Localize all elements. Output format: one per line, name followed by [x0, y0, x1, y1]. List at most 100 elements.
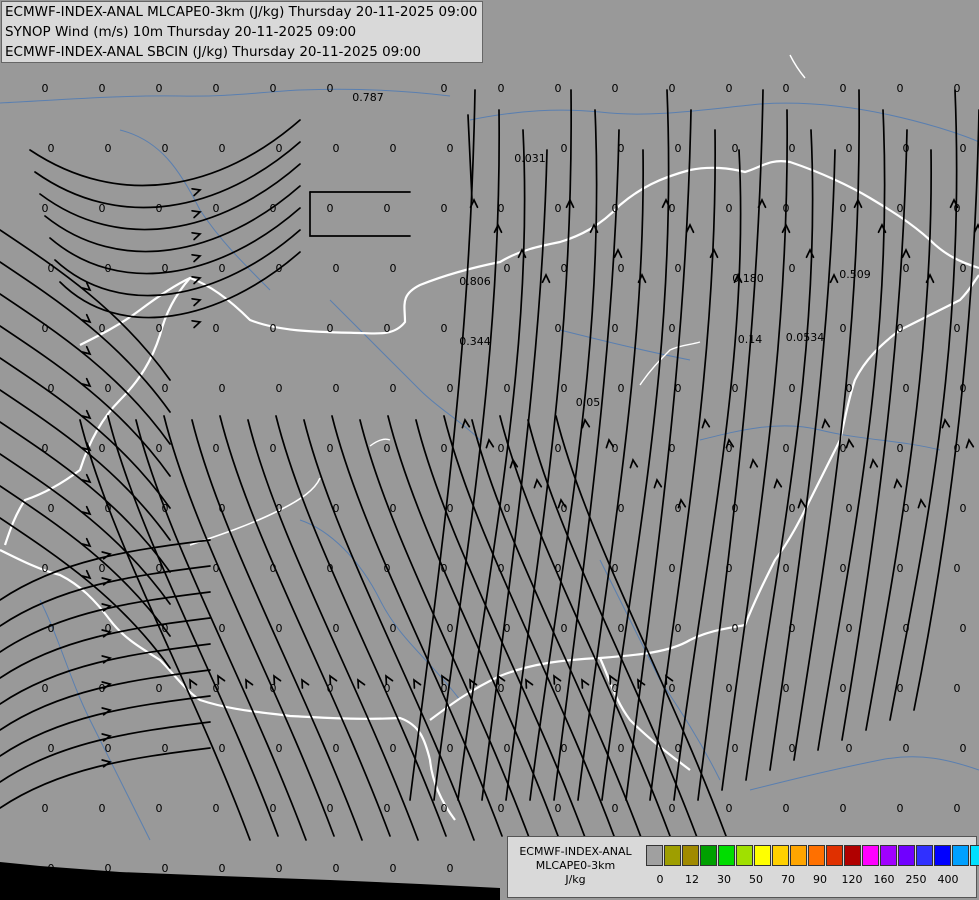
- sbcin-zero-value: 0: [840, 82, 847, 95]
- sbcin-zero-value: 0: [384, 682, 391, 695]
- sbcin-zero-value: 0: [390, 382, 397, 395]
- sbcin-zero-value: 0: [327, 802, 334, 815]
- sbcin-zero-value: 0: [498, 442, 505, 455]
- sbcin-zero-value: 0: [441, 562, 448, 575]
- sbcin-zero-value: 0: [441, 442, 448, 455]
- sbcin-zero-value: 0: [726, 682, 733, 695]
- sbcin-zero-value: 0: [384, 442, 391, 455]
- sbcin-zero-value: 0: [903, 262, 910, 275]
- legend-ticks: 0 12 30 50 70 90 120 160 250 400: [646, 873, 976, 887]
- sbcin-special-value: 0.344: [459, 335, 491, 348]
- sbcin-zero-value: 0: [675, 622, 682, 635]
- sbcin-zero-value: 0: [783, 442, 790, 455]
- sbcin-zero-value: 0: [333, 622, 340, 635]
- sbcin-zero-value: 0: [276, 742, 283, 755]
- sbcin-zero-value: 0: [42, 802, 49, 815]
- sbcin-zero-value: 0: [219, 862, 226, 875]
- legend-swatch: [934, 845, 951, 866]
- sbcin-special-value: 0.14: [738, 333, 763, 346]
- sbcin-zero-value: 0: [669, 82, 676, 95]
- sbcin-zero-value: 0: [42, 682, 49, 695]
- sbcin-zero-value: 0: [105, 262, 112, 275]
- sbcin-zero-value: 0: [954, 562, 961, 575]
- sbcin-zero-value: 0: [897, 202, 904, 215]
- legend-tick-label: 250: [905, 873, 927, 886]
- sbcin-zero-value: 0: [789, 502, 796, 515]
- sbcin-zero-value: 0: [498, 202, 505, 215]
- sbcin-zero-value: 0: [897, 682, 904, 695]
- sbcin-zero-value: 0: [270, 442, 277, 455]
- sbcin-zero-value: 0: [219, 742, 226, 755]
- sbcin-zero-value: 0: [99, 442, 106, 455]
- sbcin-zero-value: 0: [276, 382, 283, 395]
- sbcin-zero-value: 0: [447, 742, 454, 755]
- sbcin-zero-value: 0: [327, 82, 334, 95]
- sbcin-zero-value: 0: [555, 82, 562, 95]
- sbcin-zero-value: 0: [675, 262, 682, 275]
- sbcin-zero-value: 0: [219, 382, 226, 395]
- legend-swatch: [952, 845, 969, 866]
- sbcin-zero-value: 0: [156, 202, 163, 215]
- sbcin-zero-value: 0: [213, 202, 220, 215]
- sbcin-zero-value: 0: [390, 622, 397, 635]
- legend-field: MLCAPE0-3km: [535, 859, 616, 872]
- sbcin-zero-value: 0: [669, 442, 676, 455]
- sbcin-zero-value: 0: [846, 502, 853, 515]
- legend-label: ECMWF-INDEX-ANAL MLCAPE0-3km J/kg: [508, 837, 643, 897]
- sbcin-zero-value: 0: [48, 262, 55, 275]
- sbcin-zero-value: 0: [555, 322, 562, 335]
- title-mlcape: ECMWF-INDEX-ANAL MLCAPE0-3km (J/kg) Thur…: [5, 4, 478, 20]
- sbcin-zero-value: 0: [555, 682, 562, 695]
- sbcin-special-value: 0.806: [459, 275, 491, 288]
- color-legend: ECMWF-INDEX-ANAL MLCAPE0-3km J/kg 0 12 30 5…: [507, 836, 979, 898]
- sbcin-zero-value: 0: [726, 82, 733, 95]
- sbcin-zero-value: 0: [156, 682, 163, 695]
- legend-unit: J/kg: [565, 873, 586, 886]
- legend-swatch: [790, 845, 807, 866]
- sbcin-zero-value: 0: [504, 502, 511, 515]
- sbcin-zero-value: 0: [441, 322, 448, 335]
- sbcin-zero-value: 0: [276, 262, 283, 275]
- sbcin-zero-value: 0: [219, 262, 226, 275]
- sbcin-zero-value: 0: [219, 622, 226, 635]
- sbcin-zero-value: 0: [333, 862, 340, 875]
- sbcin-zero-value: 0: [48, 142, 55, 155]
- sbcin-zero-value: 0: [840, 442, 847, 455]
- sbcin-zero-value: 0: [618, 622, 625, 635]
- sbcin-zero-value: 0: [954, 802, 961, 815]
- sbcin-zero-value: 0: [48, 382, 55, 395]
- sbcin-special-value: 0.031: [514, 152, 546, 165]
- legend-swatch: [700, 845, 717, 866]
- sbcin-zero-value: 0: [504, 382, 511, 395]
- sbcin-zero-value: 0: [42, 322, 49, 335]
- sbcin-zero-value: 0: [162, 622, 169, 635]
- legend-tick-label: 70: [781, 873, 795, 886]
- sbcin-zero-value: 0: [333, 742, 340, 755]
- sbcin-zero-value: 0: [384, 322, 391, 335]
- title-sbcin: ECMWF-INDEX-ANAL SBCIN (J/kg) Thursday 2…: [5, 44, 421, 60]
- sbcin-zero-value: 0: [840, 202, 847, 215]
- sbcin-zero-value: 0: [105, 862, 112, 875]
- legend-swatch: [736, 845, 753, 866]
- sbcin-zero-value: 0: [960, 502, 967, 515]
- sbcin-zero-value: 0: [390, 142, 397, 155]
- sbcin-zero-value: 0: [99, 802, 106, 815]
- sbcin-zero-value: 0: [903, 622, 910, 635]
- sbcin-zero-value: 0: [441, 82, 448, 95]
- sbcin-zero-value: 0: [783, 562, 790, 575]
- sbcin-zero-value: 0: [99, 682, 106, 695]
- legend-swatch: [664, 845, 681, 866]
- sbcin-zero-value: 0: [105, 742, 112, 755]
- sbcin-zero-value: 0: [612, 82, 619, 95]
- sbcin-zero-value: 0: [726, 202, 733, 215]
- sbcin-zero-value: 0: [612, 562, 619, 575]
- legend-swatch: [862, 845, 879, 866]
- sbcin-zero-value: 0: [618, 142, 625, 155]
- sbcin-zero-value: 0: [561, 382, 568, 395]
- sbcin-zero-value: 0: [447, 382, 454, 395]
- sbcin-zero-value: 0: [48, 862, 55, 875]
- legend-swatch: [826, 845, 843, 866]
- sbcin-zero-value: 0: [675, 382, 682, 395]
- sbcin-zero-value: 0: [732, 382, 739, 395]
- sbcin-zero-value: 0: [846, 742, 853, 755]
